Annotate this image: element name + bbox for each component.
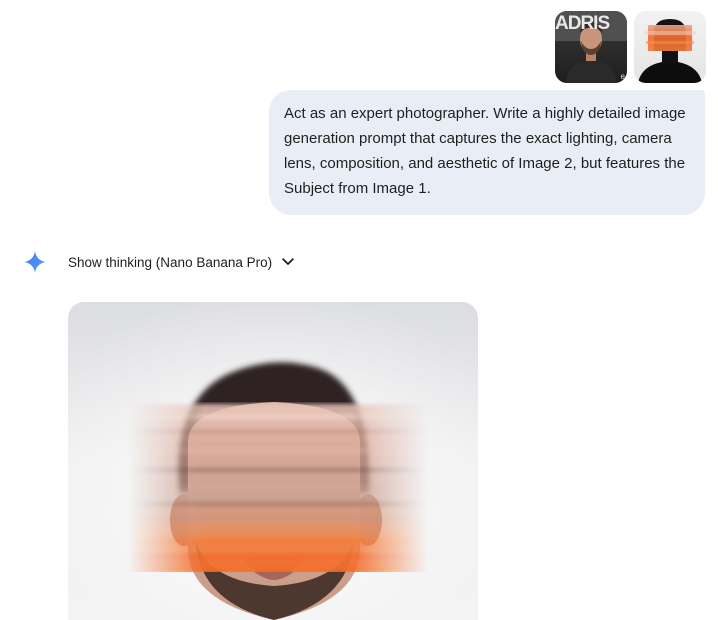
reference-photo	[634, 11, 706, 83]
show-thinking-toggle[interactable]: Show thinking (Nano Banana Pro)	[68, 255, 295, 270]
attachment-thumbnail-reference[interactable]	[634, 11, 706, 83]
gemini-sparkle-icon	[22, 249, 48, 275]
show-thinking-label: Show thinking (Nano Banana Pro)	[68, 254, 273, 270]
attachment-thumbnail-subject[interactable]: ADRIS e	[555, 11, 627, 83]
chevron-down-icon	[281, 255, 295, 269]
user-prompt-bubble: Act as an expert photographer. Write a h…	[269, 90, 705, 215]
generated-image[interactable]	[68, 302, 478, 620]
generated-portrait	[68, 302, 478, 620]
thumbnail-overlay-text: ADRIS	[555, 13, 610, 34]
model-response-header: Show thinking (Nano Banana Pro)	[22, 249, 295, 275]
chat-page: ADRIS e Act as an expert photographer. W…	[0, 0, 718, 620]
attachment-thumbnails: ADRIS e	[555, 11, 706, 83]
user-prompt-text: Act as an expert photographer. Write a h…	[284, 105, 686, 197]
thumbnail-corner-text: e	[620, 72, 625, 81]
